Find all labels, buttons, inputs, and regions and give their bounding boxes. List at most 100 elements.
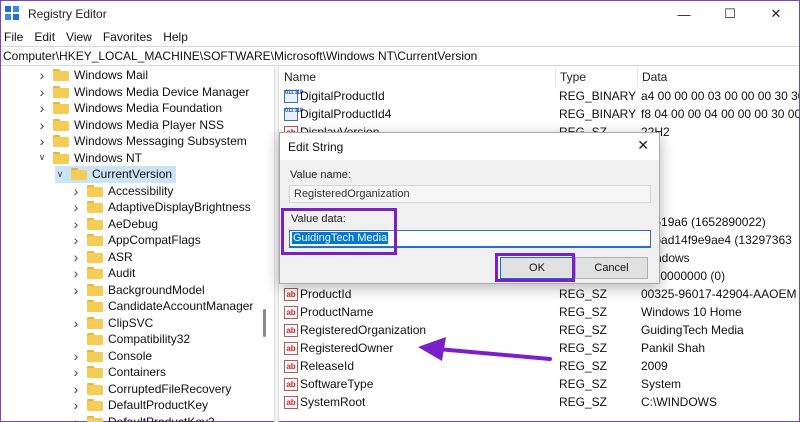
string-value-icon: ab [284,305,298,319]
chevron-right-icon[interactable]: › [37,84,47,100]
tree-item[interactable]: › Windows Media Player NSS [37,117,224,134]
cancel-button[interactable]: Cancel [575,257,648,279]
value-name-field: RegisteredOrganization [289,185,651,203]
value-type-cell: REG_SZ [559,287,608,301]
tree-item-label: BackgroundModel [108,282,205,297]
value-name-label: DigitalProductId [300,89,385,103]
menu-edit[interactable]: Edit [34,30,55,44]
tree-item-label: ClipSVC [108,315,154,330]
tree-item[interactable]: › Windows Messaging Subsystem [37,133,247,150]
value-data-cell: Windows [641,251,690,265]
chevron-down-icon[interactable]: ∨ [55,166,65,182]
value-name-label: ProductId [300,287,352,301]
tree-item[interactable]: CandidateAccountManager [71,298,253,315]
folder-icon [53,85,69,98]
menu-file[interactable]: File [4,30,23,44]
string-value-icon: ab [284,377,298,391]
tree-item[interactable]: › DefaultProductKey2 [71,414,215,422]
value-data-cell: e [638,143,799,157]
tree-item[interactable]: › Console [71,348,152,365]
minimize-button[interactable]: — [661,1,707,27]
tree-item-label: Windows Media Device Manager [74,84,250,99]
value-data-cell: 2009 [641,359,668,373]
value-row[interactable]: ab ProductName REG_SZ Windows 10 Home [280,303,799,321]
chevron-right-icon[interactable]: › [71,265,81,281]
chevron-right-icon[interactable]: › [71,381,81,397]
value-data-cell: a4 00 00 00 03 00 00 00 30 30 33 [641,89,799,103]
tree-item[interactable]: › Windows Media Foundation [37,100,222,117]
menu-help[interactable]: Help [163,30,188,44]
value-row[interactable]: ab SystemRoot REG_SZ C:\WINDOWS [280,393,799,411]
value-row[interactable]: 011 110 DigitalProductId4 REG_BINARY f8 04 … [280,105,799,123]
edit-string-dialog: Edit String ✕ Value name: RegisteredOrga… [279,132,660,284]
tree-item[interactable]: › Windows Media Device Manager [37,84,250,101]
chevron-right-icon[interactable] [71,331,81,347]
folder-icon [87,382,103,395]
tree-item[interactable]: ∨ Windows NT [37,150,142,167]
column-header-data[interactable]: Data [638,67,799,87]
chevron-right-icon[interactable]: › [71,414,81,422]
value-data-cell: 22H2 [638,125,799,139]
chevron-right-icon[interactable]: › [71,232,81,248]
chevron-right-icon[interactable]: › [71,183,81,199]
folder-icon [87,333,103,346]
value-row[interactable]: ab ProductId REG_SZ 00325-96017-42904-AAOEM [280,285,799,303]
tree-item[interactable]: › Accessibility [71,183,174,200]
tree-item[interactable]: › AdaptiveDisplayBrightness [71,199,251,216]
address-bar[interactable]: Computer\HKEY_LOCAL_MACHINE\SOFTWARE\Mic… [1,46,799,66]
value-name-label: Value name: [290,169,351,181]
chevron-right-icon[interactable]: › [71,364,81,380]
value-type-cell: REG_SZ [559,341,608,355]
close-window-button[interactable]: ✕ [753,1,799,27]
chevron-right-icon[interactable]: › [71,315,81,331]
tree-item[interactable]: › Audit [71,265,136,282]
chevron-right-icon[interactable]: › [37,67,47,83]
tree-item[interactable]: › Containers [71,364,166,381]
tree-item[interactable]: › BackgroundModel [71,282,205,299]
tree-item[interactable]: ∨ CurrentVersion [55,166,177,183]
chevron-down-icon[interactable]: ∨ [37,150,47,166]
key-tree[interactable]: › Windows Mail › Windows Media Device Manag… [1,67,274,422]
tree-item[interactable]: › CorruptedFileRecovery [71,381,232,398]
tree-item[interactable]: Compatibility32 [71,331,190,348]
value-data-cell: f8 04 00 00 04 00 00 00 30 00 33 [641,107,799,121]
value-data-cell: Pankil Shah [641,341,706,355]
chevron-right-icon[interactable]: › [37,117,47,133]
chevron-right-icon[interactable]: › [71,249,81,265]
folder-icon [71,168,87,181]
tree-item[interactable]: › ClipSVC [71,315,154,332]
tree-scrollbar-thumb[interactable] [263,309,266,337]
chevron-right-icon[interactable] [71,298,81,314]
tree-item[interactable]: › ASR [71,249,133,266]
value-name-label: ProductName [300,305,374,319]
value-row[interactable]: ab SoftwareType REG_SZ System [280,375,799,393]
dialog-close-icon[interactable]: ✕ [637,137,649,154]
chevron-right-icon[interactable]: › [71,397,81,413]
value-row[interactable]: 011 110 DigitalProductId REG_BINARY a4 00 0… [280,87,799,105]
menu-favorites[interactable]: Favorites [103,30,152,44]
chevron-right-icon[interactable]: › [71,199,81,215]
chevron-right-icon[interactable]: › [71,216,81,232]
value-name-cell: 011 110 DigitalProductId [280,89,556,103]
menu-view[interactable]: View [66,30,92,44]
tree-item[interactable]: › AppCompatFlags [71,232,201,249]
column-header-type[interactable]: Type [556,67,638,87]
chevron-right-icon[interactable]: › [71,282,81,298]
tree-item[interactable]: › DefaultProductKey [71,397,208,414]
value-type-cell: REG_SZ [559,305,608,319]
chevron-right-icon[interactable]: › [37,133,47,149]
value-data-cell: ent [638,197,799,211]
folder-icon [53,69,69,82]
tree-item[interactable]: › Windows Mail [37,67,148,84]
tree-item[interactable]: › AeDebug [71,216,158,233]
chevron-right-icon[interactable]: › [37,100,47,116]
string-value-icon: ab [284,323,298,337]
chevron-right-icon[interactable]: › [71,348,81,364]
tree-item-label: AdaptiveDisplayBrightness [108,200,251,215]
value-name-label: SystemRoot [300,395,366,409]
folder-icon [87,234,103,247]
column-header-name[interactable]: Name [280,67,556,87]
registry-editor-window: Registry Editor — ☐ ✕ File Edit View Fav… [0,0,800,422]
folder-icon [53,135,69,148]
maximize-button[interactable]: ☐ [707,1,753,27]
